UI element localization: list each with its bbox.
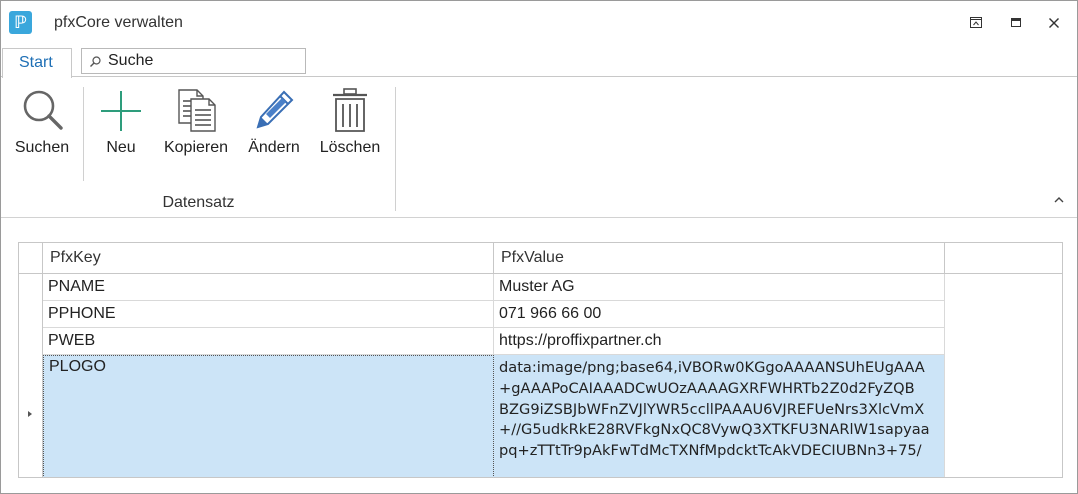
search-icon: [23, 90, 63, 130]
copy-icon: [178, 89, 216, 132]
ribbon: Suchen Neu Kopieren Ändern Löschen Daten…: [1, 76, 1077, 218]
column-header-pfxvalue[interactable]: PfxValue: [494, 243, 945, 274]
cell-key[interactable]: PWEB: [43, 328, 494, 355]
close-icon[interactable]: [1042, 11, 1066, 35]
restore-icon[interactable]: [964, 11, 988, 35]
plus-icon: [101, 91, 141, 131]
suchen-label: Suchen: [14, 139, 70, 156]
trash-icon: [333, 88, 367, 132]
cell-key[interactable]: PNAME: [43, 274, 494, 301]
tab-row: Start: [1, 45, 1077, 78]
window: ℙ pfxCore verwalten Start Suchen Neu: [0, 0, 1078, 494]
aendern-button[interactable]: Ändern: [246, 87, 302, 167]
cell-key[interactable]: PLOGO: [43, 355, 494, 477]
window-title: pfxCore verwalten: [54, 14, 183, 31]
search-input[interactable]: [108, 51, 298, 71]
search-box[interactable]: [81, 48, 306, 74]
kopieren-label: Kopieren: [163, 139, 229, 156]
column-header-pfxkey[interactable]: PfxKey: [43, 243, 494, 274]
cell-value[interactable]: https://proffixpartner.ch: [494, 328, 945, 355]
cell-value[interactable]: data:image/png;base64,iVBORw0KGgoAAAANSU…: [494, 355, 945, 477]
suchen-button[interactable]: Suchen: [14, 87, 70, 167]
data-grid: PfxKey PfxValue PNAME Muster AG PPHONE 0…: [18, 242, 1063, 478]
cell-value[interactable]: 071 966 66 00: [494, 301, 945, 328]
ribbon-separator: [83, 87, 84, 181]
loeschen-button[interactable]: Löschen: [319, 87, 381, 167]
pencil-icon: [256, 90, 294, 129]
cell-key[interactable]: PPHONE: [43, 301, 494, 328]
grid-corner: [19, 243, 43, 274]
column-header-empty: [945, 243, 1062, 274]
collapse-ribbon-icon[interactable]: [1052, 193, 1066, 205]
maximize-icon[interactable]: [1004, 11, 1028, 35]
ribbon-group-separator: [395, 87, 396, 211]
loeschen-label: Löschen: [319, 139, 381, 156]
tab-start[interactable]: Start: [2, 48, 72, 78]
row-indicator-column: [19, 243, 43, 477]
neu-button[interactable]: Neu: [98, 87, 144, 167]
aendern-label: Ändern: [248, 139, 300, 156]
title-bar: ℙ pfxCore verwalten: [1, 1, 1077, 45]
kopieren-button[interactable]: Kopieren: [161, 87, 231, 167]
proffix-logo-icon: ℙ: [9, 11, 32, 34]
cell-value[interactable]: Muster AG: [494, 274, 945, 301]
current-row-arrow-icon: [28, 411, 32, 417]
ribbon-group-label: Datensatz: [162, 194, 235, 211]
search-icon: [90, 56, 101, 67]
neu-label: Neu: [106, 139, 136, 156]
